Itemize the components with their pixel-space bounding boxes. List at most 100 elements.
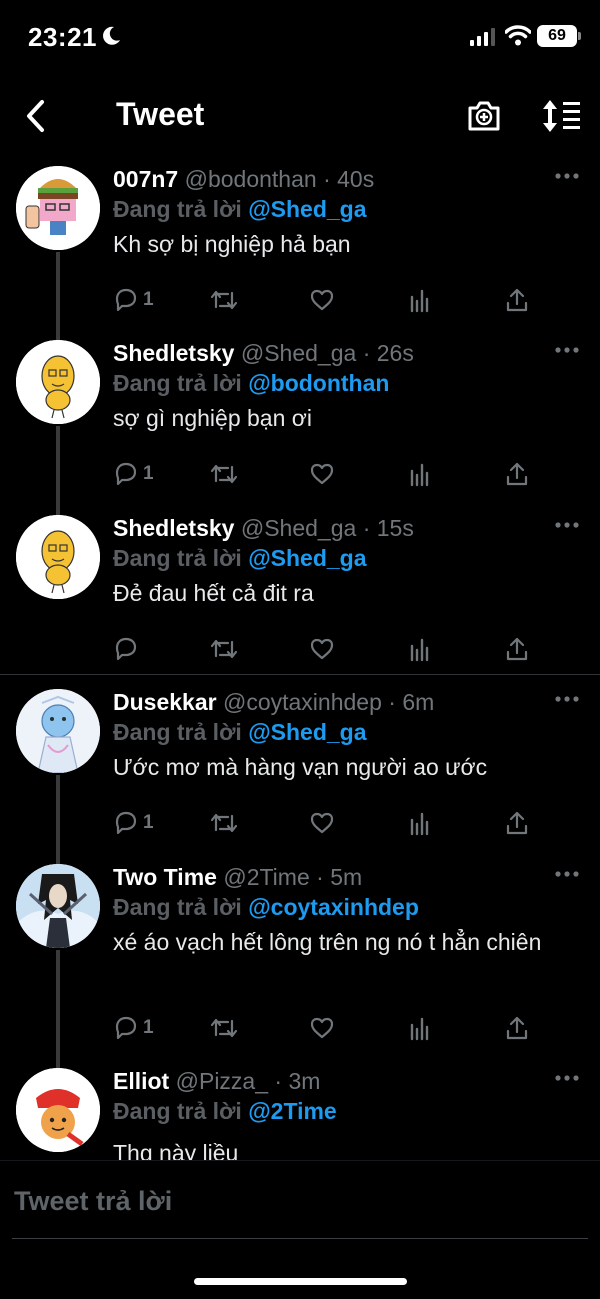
display-name[interactable]: Shedletsky: [113, 340, 234, 366]
mention-link[interactable]: @Shed_ga: [248, 545, 366, 571]
separator-dot: ·: [362, 340, 371, 366]
tweet[interactable]: Elliot @Pizza_ · 3m Đang trả lời @2Time …: [0, 1068, 600, 1160]
user-handle[interactable]: @coytaxinhdep: [223, 689, 382, 715]
sort-icon[interactable]: [540, 98, 584, 134]
camera-icon[interactable]: [466, 98, 502, 134]
more-options-icon[interactable]: [554, 170, 580, 182]
tweet-time: 5m: [330, 864, 363, 890]
display-name[interactable]: 007n7: [113, 166, 178, 192]
more-options-icon[interactable]: [554, 344, 580, 356]
like-button[interactable]: [309, 286, 335, 314]
share-button[interactable]: [505, 1014, 529, 1042]
heart-icon: [310, 463, 334, 485]
avatar[interactable]: [16, 340, 100, 424]
user-handle[interactable]: @bodonthan: [185, 166, 317, 192]
reply-underline: [12, 1238, 588, 1239]
reply-icon: [115, 637, 137, 661]
separator-dot: ·: [388, 689, 396, 715]
display-name[interactable]: Dusekkar: [113, 689, 217, 715]
like-button[interactable]: [309, 635, 335, 663]
replying-to: Đang trả lời @2Time: [113, 1098, 337, 1125]
share-icon: [506, 1016, 528, 1040]
retweet-icon: [210, 464, 238, 484]
retweet-button[interactable]: [210, 635, 238, 663]
retweet-button[interactable]: [210, 809, 238, 837]
reply-icon: [115, 1016, 137, 1040]
avatar[interactable]: [16, 1068, 100, 1152]
share-icon: [506, 811, 528, 835]
display-name[interactable]: Shedletsky: [113, 515, 234, 541]
replying-to: Đang trả lời @bodonthan: [113, 370, 389, 397]
replying-prefix: Đang trả lời: [113, 370, 242, 396]
more-options-icon[interactable]: [554, 519, 580, 531]
page-title: Tweet: [116, 96, 205, 132]
reply-count: 1: [143, 289, 154, 310]
avatar[interactable]: [16, 864, 100, 948]
avatar[interactable]: [16, 515, 100, 599]
tweet-text: sợ gì nghiệp bạn ơi: [113, 405, 312, 431]
views-button[interactable]: [408, 635, 432, 663]
reply-input[interactable]: [14, 1183, 584, 1219]
replying-prefix: Đang trả lời: [113, 1098, 242, 1124]
mention-link[interactable]: @Shed_ga: [248, 196, 366, 222]
share-button[interactable]: [505, 460, 529, 488]
retweet-button[interactable]: [210, 460, 238, 488]
analytics-icon: [410, 1017, 429, 1041]
tweet-text: Thg này liều: [113, 1140, 239, 1160]
like-button[interactable]: [309, 1014, 335, 1042]
avatar[interactable]: [16, 689, 100, 773]
more-options-icon[interactable]: [554, 693, 580, 705]
header: Tweet: [0, 80, 600, 152]
share-button[interactable]: [505, 635, 529, 663]
battery-indicator: 69: [537, 25, 581, 47]
home-indicator[interactable]: [194, 1278, 407, 1285]
reply-bar: [0, 1160, 600, 1240]
views-button[interactable]: [408, 809, 432, 837]
replying-to: Đang trả lời @Shed_ga: [113, 719, 367, 746]
like-button[interactable]: [309, 809, 335, 837]
like-button[interactable]: [309, 460, 335, 488]
reply-count: 1: [143, 1017, 154, 1038]
mention-link[interactable]: @Shed_ga: [248, 719, 366, 745]
reply-button[interactable]: 1: [113, 1014, 154, 1042]
retweet-button[interactable]: [210, 1014, 238, 1042]
tweet-time: 6m: [402, 689, 435, 715]
reply-icon: [115, 811, 137, 835]
heart-icon: [310, 638, 334, 660]
thread-line: [56, 426, 60, 526]
user-handle[interactable]: @Pizza_: [176, 1068, 268, 1094]
display-name[interactable]: Two Time: [113, 864, 217, 890]
reply-button[interactable]: 1: [113, 809, 154, 837]
retweet-button[interactable]: [210, 286, 238, 314]
views-button[interactable]: [408, 460, 432, 488]
display-name[interactable]: Elliot: [113, 1068, 169, 1094]
share-button[interactable]: [505, 286, 529, 314]
tweet-time: 15s: [376, 515, 414, 541]
user-handle[interactable]: @Shed_ga: [241, 515, 356, 541]
share-button[interactable]: [505, 809, 529, 837]
tweet-actions: 1: [113, 1014, 543, 1042]
views-button[interactable]: [408, 286, 432, 314]
share-icon: [506, 637, 528, 661]
reply-count: 1: [143, 812, 154, 833]
tweet-time: 3m: [288, 1068, 321, 1094]
mention-link[interactable]: @bodonthan: [248, 370, 389, 396]
mention-link[interactable]: @2Time: [248, 1098, 337, 1124]
reply-icon: [115, 288, 137, 312]
user-handle[interactable]: @2Time: [223, 864, 309, 890]
reply-button[interactable]: [113, 635, 143, 663]
views-button[interactable]: [408, 1014, 432, 1042]
thread-divider: [0, 674, 600, 675]
more-options-icon[interactable]: [554, 1072, 580, 1084]
thread-line: [56, 252, 60, 352]
reply-button[interactable]: 1: [113, 460, 154, 488]
reply-button[interactable]: 1: [113, 286, 154, 314]
mention-link[interactable]: @coytaxinhdep: [248, 894, 419, 920]
user-handle[interactable]: @Shed_ga: [241, 340, 356, 366]
avatar[interactable]: [16, 166, 100, 250]
more-options-icon[interactable]: [554, 868, 580, 880]
back-arrow-icon[interactable]: [22, 98, 52, 134]
signal-icon: [470, 28, 495, 46]
analytics-icon: [410, 812, 429, 836]
analytics-icon: [410, 289, 429, 313]
